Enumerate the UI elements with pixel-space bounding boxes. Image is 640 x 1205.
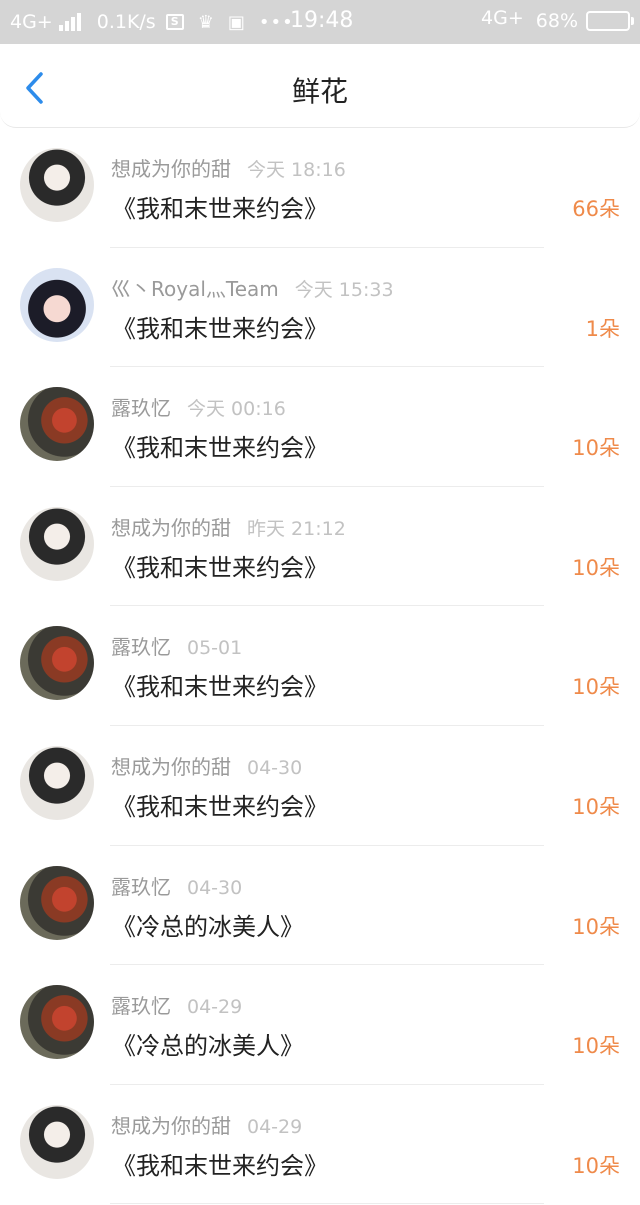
avatar[interactable] <box>20 626 94 701</box>
status-right: 4G+ 68% <box>481 7 634 34</box>
crown-icon: ♛ <box>197 11 214 33</box>
s-box-icon: S <box>165 14 184 30</box>
avatar[interactable] <box>20 985 94 1060</box>
flower-count: 10朵 <box>572 436 620 461</box>
user-line: 想成为你的甜 04-29 <box>111 1110 302 1139</box>
flower-count: 10朵 <box>572 1034 620 1059</box>
book-title[interactable]: 《我和末世来约会》 <box>112 667 328 702</box>
user-name[interactable]: 露玖忆 <box>111 396 171 420</box>
user-line: 巛丶Royal灬Team 今天 15:33 <box>111 273 394 302</box>
book-title[interactable]: 《我和末世来约会》 <box>112 428 328 463</box>
flower-count: 1朵 <box>585 316 620 341</box>
network-type-right: 4G+ <box>481 7 524 29</box>
book-title[interactable]: 《我和末世来约会》 <box>112 189 328 224</box>
page-title: 鲜花 <box>291 75 348 108</box>
user-name[interactable]: 露玖忆 <box>111 994 171 1018</box>
list-item[interactable]: 想成为你的甜 04-29 《我和末世来约会》 10朵 <box>0 1085 640 1205</box>
user-name[interactable]: 巛丶Royal灬Team <box>111 277 279 301</box>
divider <box>110 1203 544 1205</box>
book-title[interactable]: 《我和末世来约会》 <box>112 787 328 822</box>
flower-count: 10朵 <box>572 794 620 819</box>
flower-count: 10朵 <box>572 555 620 580</box>
user-line: 露玖忆 今天 00:16 <box>111 392 286 421</box>
signal-icon <box>58 13 83 31</box>
flower-count: 66朵 <box>572 197 620 221</box>
more-dots-icon: ••• <box>258 11 294 33</box>
battery-percent: 68% <box>535 10 578 32</box>
record-time: 昨天 21:12 <box>247 517 346 540</box>
list-item[interactable]: 想成为你的甜 今天 18:16 《我和末世来约会》 66朵 <box>0 128 640 248</box>
user-name[interactable]: 露玖忆 <box>111 875 171 899</box>
record-time: 今天 18:16 <box>247 159 346 181</box>
flower-count: 10朵 <box>572 914 620 939</box>
user-line: 想成为你的甜 04-30 <box>111 751 302 780</box>
record-time: 今天 00:16 <box>187 398 286 421</box>
record-time: 04-30 <box>187 876 243 899</box>
avatar[interactable] <box>20 1104 94 1179</box>
book-title[interactable]: 《我和末世来约会》 <box>112 309 328 344</box>
list-item[interactable]: 巛丶Royal灬Team 今天 15:33 《我和末世来约会》 1朵 <box>0 248 640 368</box>
record-time: 04-30 <box>247 756 303 779</box>
record-time: 04-29 <box>187 996 243 1019</box>
user-line: 想成为你的甜 昨天 21:12 <box>111 512 346 541</box>
list-item[interactable]: 想成为你的甜 04-30 《我和末世来约会》 10朵 <box>0 726 640 846</box>
image-icon: ▣ <box>227 11 245 33</box>
battery-icon <box>586 11 634 31</box>
record-time: 今天 15:33 <box>294 278 394 301</box>
flower-record-list: 想成为你的甜 今天 18:16 《我和末世来约会》 66朵 巛丶Royal灬Team 今天… <box>0 128 640 1205</box>
user-name[interactable]: 露玖忆 <box>111 635 171 659</box>
clock: 19:48 <box>290 8 354 33</box>
list-item[interactable]: 露玖忆 今天 00:16 《我和末世来约会》 10朵 <box>0 367 640 487</box>
avatar[interactable] <box>20 506 94 581</box>
book-title[interactable]: 《我和末世来约会》 <box>112 1146 328 1181</box>
record-time: 05-01 <box>187 637 243 660</box>
avatar[interactable] <box>20 865 94 940</box>
user-name[interactable]: 想成为你的甜 <box>111 516 231 540</box>
user-name[interactable]: 想成为你的甜 <box>111 157 231 181</box>
network-type: 4G+ <box>10 11 53 33</box>
list-item[interactable]: 露玖忆 05-01 《我和末世来约会》 10朵 <box>0 606 640 726</box>
book-title[interactable]: 《冷总的冰美人》 <box>112 1026 304 1061</box>
network-speed: 0.1K/s <box>96 11 156 33</box>
status-left: 4G+ 0.1K/s S ♛ ▣ ••• <box>10 10 308 34</box>
book-title[interactable]: 《冷总的冰美人》 <box>112 907 304 942</box>
flower-count: 10朵 <box>572 675 620 700</box>
nav-header: 鲜花 <box>0 44 640 128</box>
avatar[interactable] <box>20 148 94 222</box>
list-item[interactable]: 露玖忆 04-29 《冷总的冰美人》 10朵 <box>0 965 640 1085</box>
user-name[interactable]: 想成为你的甜 <box>111 755 231 779</box>
flower-count: 10朵 <box>572 1153 620 1178</box>
avatar[interactable] <box>20 387 94 462</box>
list-item[interactable]: 想成为你的甜 昨天 21:12 《我和末世来约会》 10朵 <box>0 487 640 607</box>
user-line: 想成为你的甜 今天 18:16 <box>111 153 346 182</box>
list-item[interactable]: 露玖忆 04-30 《冷总的冰美人》 10朵 <box>0 846 640 966</box>
book-title[interactable]: 《我和末世来约会》 <box>112 548 328 583</box>
user-line: 露玖忆 04-29 <box>111 990 242 1019</box>
avatar[interactable] <box>20 267 94 342</box>
user-name[interactable]: 想成为你的甜 <box>111 1114 231 1138</box>
status-bar: 4G+ 0.1K/s S ♛ ▣ ••• 19:48 4G+ 68% <box>0 0 640 44</box>
user-line: 露玖忆 05-01 <box>111 631 242 660</box>
record-time: 04-29 <box>247 1115 303 1138</box>
avatar[interactable] <box>20 745 94 820</box>
user-line: 露玖忆 04-30 <box>111 871 242 900</box>
